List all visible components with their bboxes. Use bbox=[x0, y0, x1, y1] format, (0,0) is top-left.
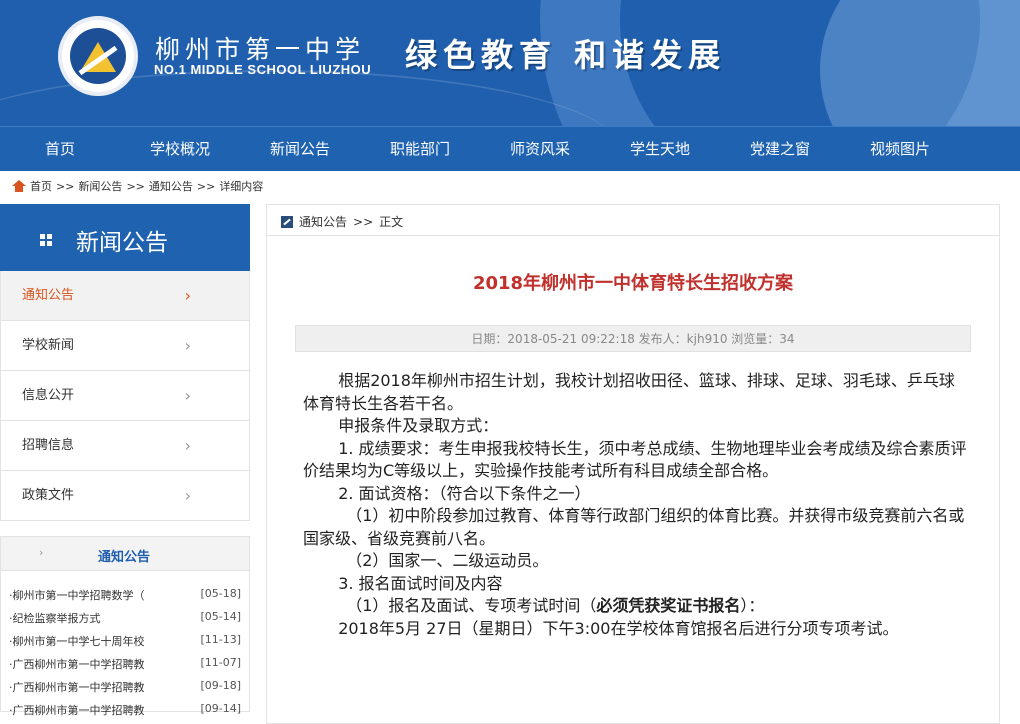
sidebar-item-public-info[interactable]: 信息公开 › bbox=[0, 371, 250, 421]
notice-panel-title[interactable]: 通知公告 bbox=[98, 546, 150, 565]
sidebar-menu: 通知公告 › 学校新闻 › 信息公开 › 招聘信息 › 政策文件 › bbox=[0, 271, 250, 521]
main-nav: 首页 学校概况 新闻公告 职能部门 师资风采 学生天地 党建之窗 视频图片 bbox=[0, 126, 1020, 171]
notice-date: [11-13] bbox=[200, 633, 241, 646]
paragraph: （1）初中阶段参加过教育、体育等行政部门组织的体育比赛。并获得市级竞赛前六名或国… bbox=[303, 506, 965, 548]
sidebar-header: 新闻公告 bbox=[0, 204, 250, 271]
breadcrumb-notice[interactable]: 通知公告 bbox=[149, 178, 193, 194]
document-icon bbox=[281, 215, 293, 228]
nav-item-video[interactable]: 视频图片 bbox=[840, 127, 960, 172]
breadcrumb-home[interactable]: 首页 bbox=[30, 178, 52, 194]
sidebar-item-label: 政策文件 bbox=[22, 488, 75, 503]
article-body: 根据2018年柳州市招生计划，我校计划招收田径、篮球、排球、足球、羽毛球、乒乓球… bbox=[303, 370, 967, 640]
paragraph: 2. 面试资格：（符合以下条件之一） bbox=[338, 483, 591, 503]
notice-date: [09-14] bbox=[200, 702, 241, 715]
article-title: 2018年柳州市一中体育特长生招收方案 bbox=[472, 273, 794, 294]
sidebar-title: 新闻公告 bbox=[76, 230, 168, 256]
notice-panel: › 通知公告 ·柳州市第一中学招聘数学（ [05-18] ·纪检监察举报方式 [… bbox=[0, 536, 250, 717]
article-breadcrumb: 通知公告 >> 正文 bbox=[281, 213, 403, 230]
header-banner: 柳州市第一中学 NO.1 MIDDLE SCHOOL LIUZHOU 绿色教育 … bbox=[0, 0, 1020, 126]
sidebar-item-school-news[interactable]: 学校新闻 › bbox=[0, 321, 250, 371]
notice-date: [05-14] bbox=[200, 610, 241, 623]
school-logo[interactable] bbox=[58, 16, 138, 96]
article-meta: 日期：2018-05-21 09:22:18 发布人：kjh910 浏览量：34 bbox=[295, 325, 971, 352]
sidebar-item-recruitment[interactable]: 招聘信息 › bbox=[0, 421, 250, 471]
notice-panel-header: › 通知公告 bbox=[1, 537, 249, 571]
school-name-en: NO.1 MIDDLE SCHOOL LIUZHOU bbox=[154, 62, 372, 77]
breadcrumb-detail: 详细内容 bbox=[219, 180, 264, 193]
notice-title[interactable]: ·广西柳州市第一中学招聘教 bbox=[9, 679, 159, 695]
nav-item-students[interactable]: 学生天地 bbox=[600, 127, 720, 172]
chevron-right-icon: › bbox=[184, 286, 191, 305]
notice-date: [05-18] bbox=[200, 587, 241, 600]
notice-title[interactable]: ·柳州市第一中学七十周年校 bbox=[9, 633, 159, 649]
breadcrumb-sep: >> bbox=[126, 179, 145, 193]
notice-title[interactable]: ·柳州市第一中学招聘数学（ bbox=[9, 587, 159, 603]
chevron-right-icon: › bbox=[184, 336, 191, 355]
sidebar-item-label: 通知公告 bbox=[22, 288, 75, 303]
article-panel: 通知公告 >> 正文 2018年柳州市一中体育特长生招收方案 日期：2018-0… bbox=[266, 204, 1000, 724]
divider bbox=[267, 235, 999, 236]
sidebar-item-label: 信息公开 bbox=[22, 388, 75, 403]
paragraph: 1. 成绩要求：考生申报我校特长生，须中考总成绩、生物地理毕业会考成绩及综合素质… bbox=[303, 438, 967, 481]
breadcrumb-sep: >> bbox=[196, 179, 216, 193]
article-crumb-sep: >> bbox=[353, 214, 374, 229]
sidebar-item-notices[interactable]: 通知公告 › bbox=[0, 271, 250, 321]
paragraph: 根据2018年柳州市招生计划，我校计划招收田径、篮球、排球、足球、羽毛球、乒乓球… bbox=[303, 371, 955, 413]
paragraph-emphasis: 必须凭获奖证书报名 bbox=[596, 596, 741, 615]
article-crumb-page: 正文 bbox=[379, 215, 404, 229]
list-item[interactable]: ·柳州市第一中学七十周年校 [11-13] bbox=[1, 629, 249, 652]
notice-date: [11-07] bbox=[200, 656, 241, 669]
nav-item-about[interactable]: 学校概况 bbox=[120, 127, 240, 172]
banner-decoration bbox=[820, 0, 1020, 126]
paragraph-text: ）： bbox=[740, 596, 765, 615]
paragraph: 2018年5月 27日（星期日）下午3:00在学校体育馆报名后进行分项专项考试。 bbox=[338, 618, 899, 638]
list-item[interactable]: ·柳州市第一中学招聘数学（ [05-18] bbox=[1, 583, 249, 606]
nav-item-teachers[interactable]: 师资风采 bbox=[480, 127, 600, 172]
list-item[interactable]: ·纪检监察举报方式 [05-14] bbox=[1, 606, 249, 629]
sidebar-item-label: 招聘信息 bbox=[22, 438, 75, 453]
chevron-right-icon: › bbox=[184, 486, 191, 505]
sidebar-item-label: 学校新闻 bbox=[22, 338, 75, 353]
nav-item-party[interactable]: 党建之窗 bbox=[720, 127, 840, 172]
notice-date: [09-18] bbox=[200, 679, 241, 692]
list-item[interactable]: ·广西柳州市第一中学招聘教 [11-07] bbox=[1, 652, 249, 675]
notice-title[interactable]: ·纪检监察举报方式 bbox=[9, 610, 159, 626]
chevron-right-icon: › bbox=[184, 436, 191, 455]
notice-title[interactable]: ·广西柳州市第一中学招聘教 bbox=[9, 702, 159, 718]
grid-icon bbox=[40, 234, 52, 246]
home-icon bbox=[12, 180, 26, 192]
sidebar-item-policy[interactable]: 政策文件 › bbox=[0, 471, 250, 521]
nav-item-departments[interactable]: 职能部门 bbox=[360, 127, 480, 172]
list-item[interactable]: ·广西柳州市第一中学招聘教 [09-18] bbox=[1, 675, 249, 698]
paragraph: （2）国家一、二级运动员。 bbox=[346, 551, 549, 570]
paragraph: 申报条件及录取方式： bbox=[338, 416, 499, 435]
paragraph: （1）报名及面试、专项考试时间（必须凭获奖证书报名）： bbox=[303, 595, 967, 618]
notice-title[interactable]: ·广西柳州市第一中学招聘教 bbox=[9, 656, 159, 672]
paragraph-text: （1）报名及面试、专项考试时间（ bbox=[346, 596, 597, 615]
school-name-cn: 柳州市第一中学 bbox=[155, 35, 366, 64]
nav-item-news[interactable]: 新闻公告 bbox=[240, 127, 360, 172]
school-motto: 绿色教育 和谐发展 bbox=[405, 36, 727, 74]
bullet-icon: › bbox=[39, 546, 44, 559]
breadcrumb: 首页 >> 新闻公告 >> 通知公告 >> 详细内容 bbox=[12, 178, 263, 194]
breadcrumb-news[interactable]: 新闻公告 bbox=[78, 178, 122, 194]
chevron-right-icon: › bbox=[184, 386, 191, 405]
article-crumb-section[interactable]: 通知公告 bbox=[299, 213, 347, 230]
notice-list: ·柳州市第一中学招聘数学（ [05-18] ·纪检监察举报方式 [05-14] … bbox=[1, 571, 249, 721]
nav-item-home[interactable]: 首页 bbox=[0, 127, 120, 172]
paragraph: 3. 报名面试时间及内容 bbox=[338, 573, 503, 593]
list-item[interactable]: ·广西柳州市第一中学招聘教 [09-14] bbox=[1, 698, 249, 721]
breadcrumb-sep: >> bbox=[56, 179, 75, 193]
